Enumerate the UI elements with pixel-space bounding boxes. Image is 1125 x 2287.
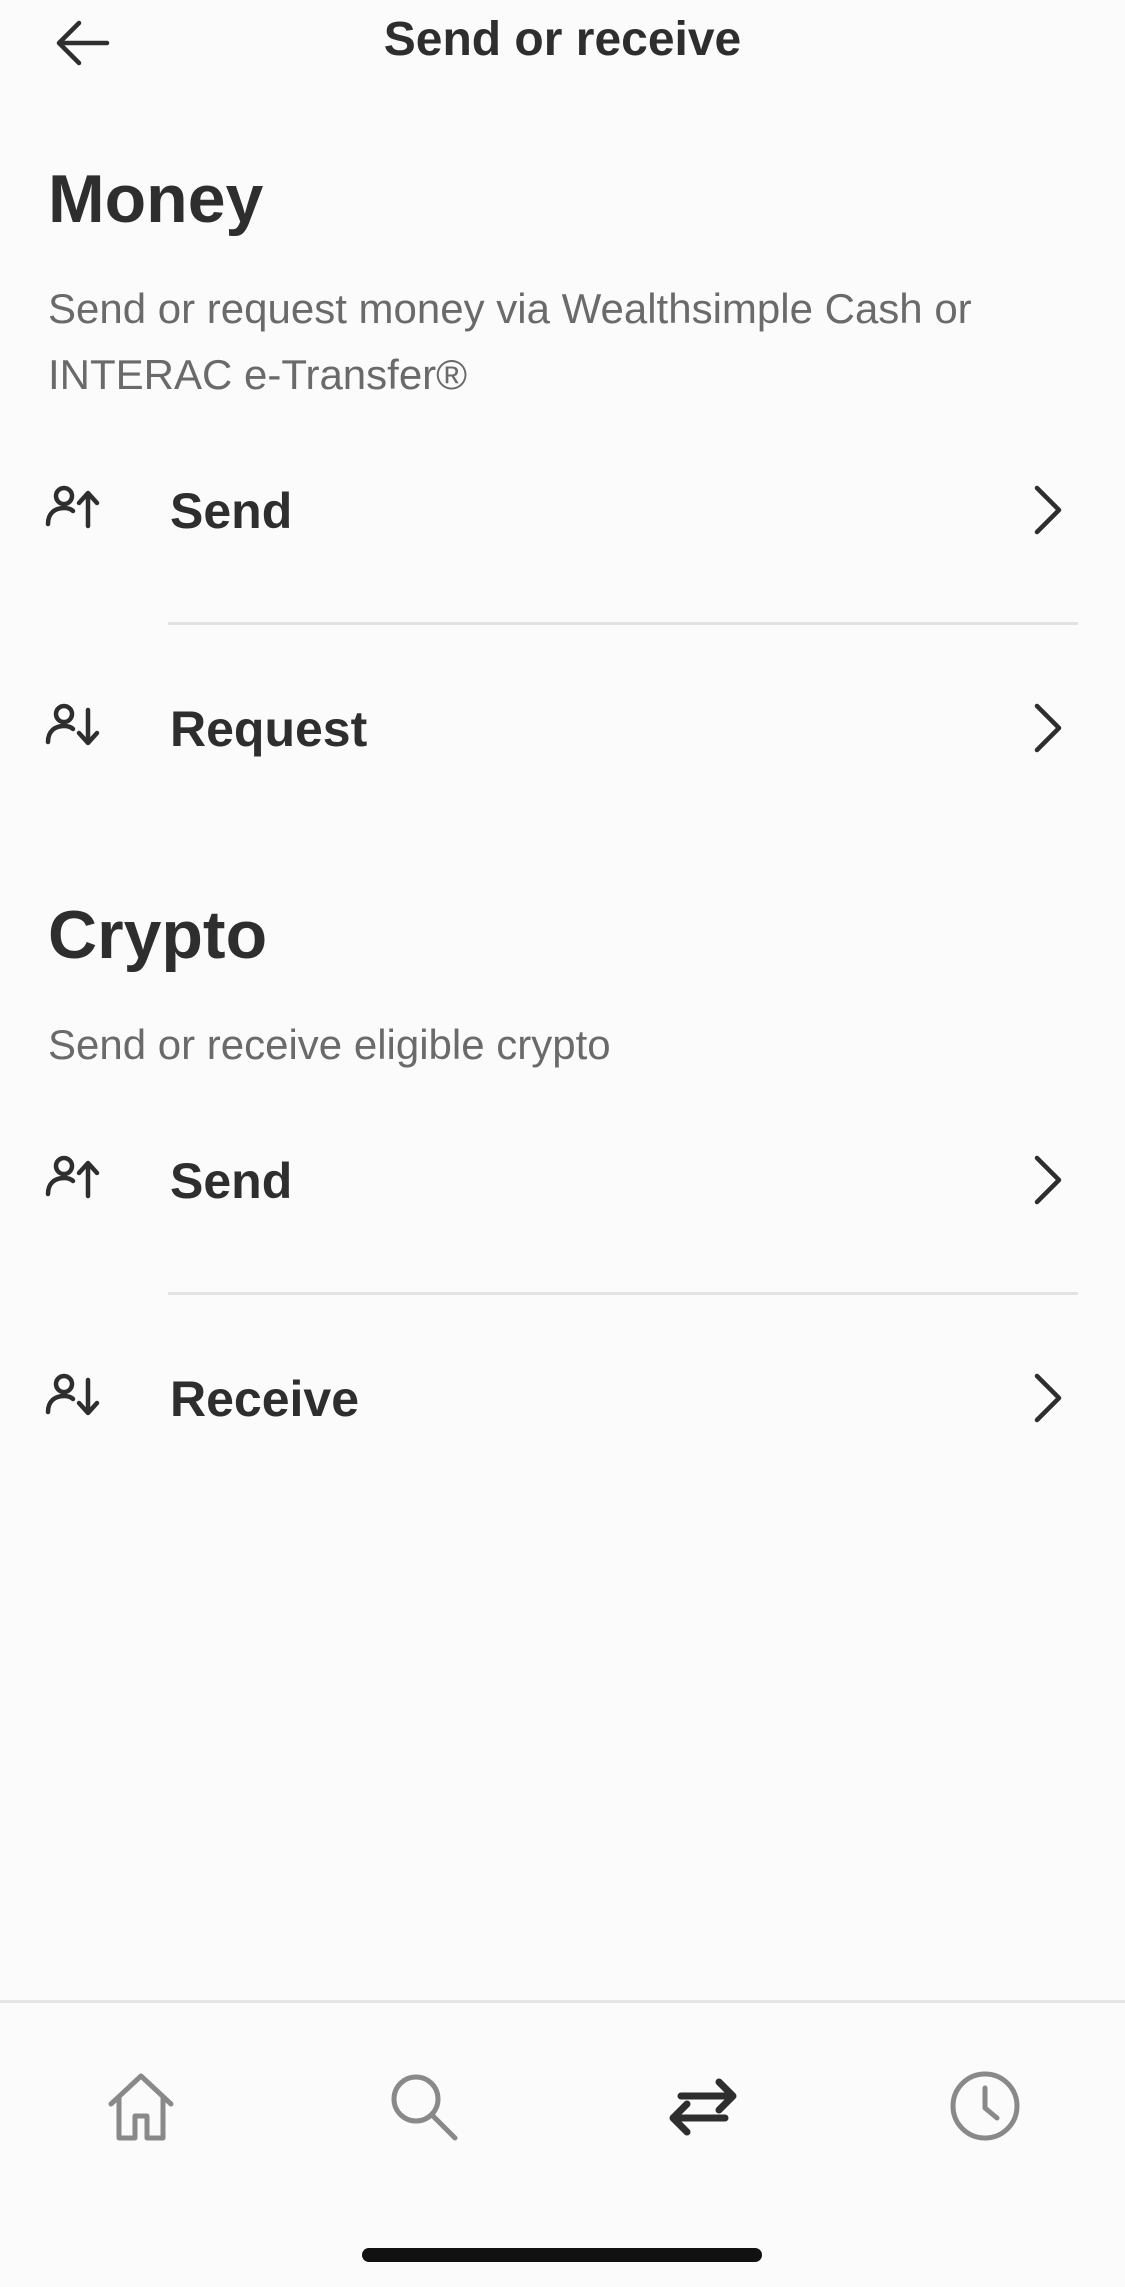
send-label: Send (170, 483, 293, 539)
bottom-tab-bar (0, 2000, 1125, 2287)
top-bar: Send or receive (0, 0, 1125, 90)
chevron-right-icon (1034, 1155, 1062, 1205)
chevron-right-icon (1034, 485, 1062, 535)
crypto-send-row[interactable]: Send (0, 1090, 1125, 1280)
person-arrow-up-icon (45, 485, 100, 529)
tab-send-receive[interactable] (658, 2061, 748, 2151)
home-indicator (362, 2248, 762, 2262)
receive-label: Receive (170, 1371, 360, 1427)
person-arrow-down-icon (45, 703, 100, 746)
crypto-section-title: Crypto (48, 897, 268, 973)
home-icon (108, 2073, 174, 2141)
money-section-description: Send or request money via Wealthsimple C… (48, 285, 972, 398)
crypto-receive-row[interactable]: Receive (0, 1308, 1125, 1498)
money-send-row[interactable]: Send (0, 420, 1125, 610)
send-label: Send (170, 1153, 293, 1209)
person-arrow-down-icon (45, 1373, 100, 1416)
divider (168, 622, 1078, 625)
divider (168, 1292, 1078, 1295)
search-icon (391, 2074, 458, 2141)
person-arrow-up-icon (45, 1155, 100, 1199)
request-label: Request (170, 701, 368, 757)
transfer-arrows-icon (669, 2078, 737, 2136)
tab-home[interactable] (96, 2061, 186, 2151)
page-title: Send or receive (383, 13, 742, 66)
money-request-row[interactable]: Request (0, 638, 1125, 828)
tab-search[interactable] (378, 2061, 468, 2151)
money-section-title: Money (48, 161, 264, 237)
tab-activity[interactable] (940, 2061, 1030, 2151)
crypto-section-description: Send or receive eligible crypto (48, 1021, 611, 1068)
clock-icon (950, 2071, 1020, 2141)
chevron-right-icon (1034, 703, 1062, 753)
chevron-right-icon (1034, 1373, 1062, 1423)
